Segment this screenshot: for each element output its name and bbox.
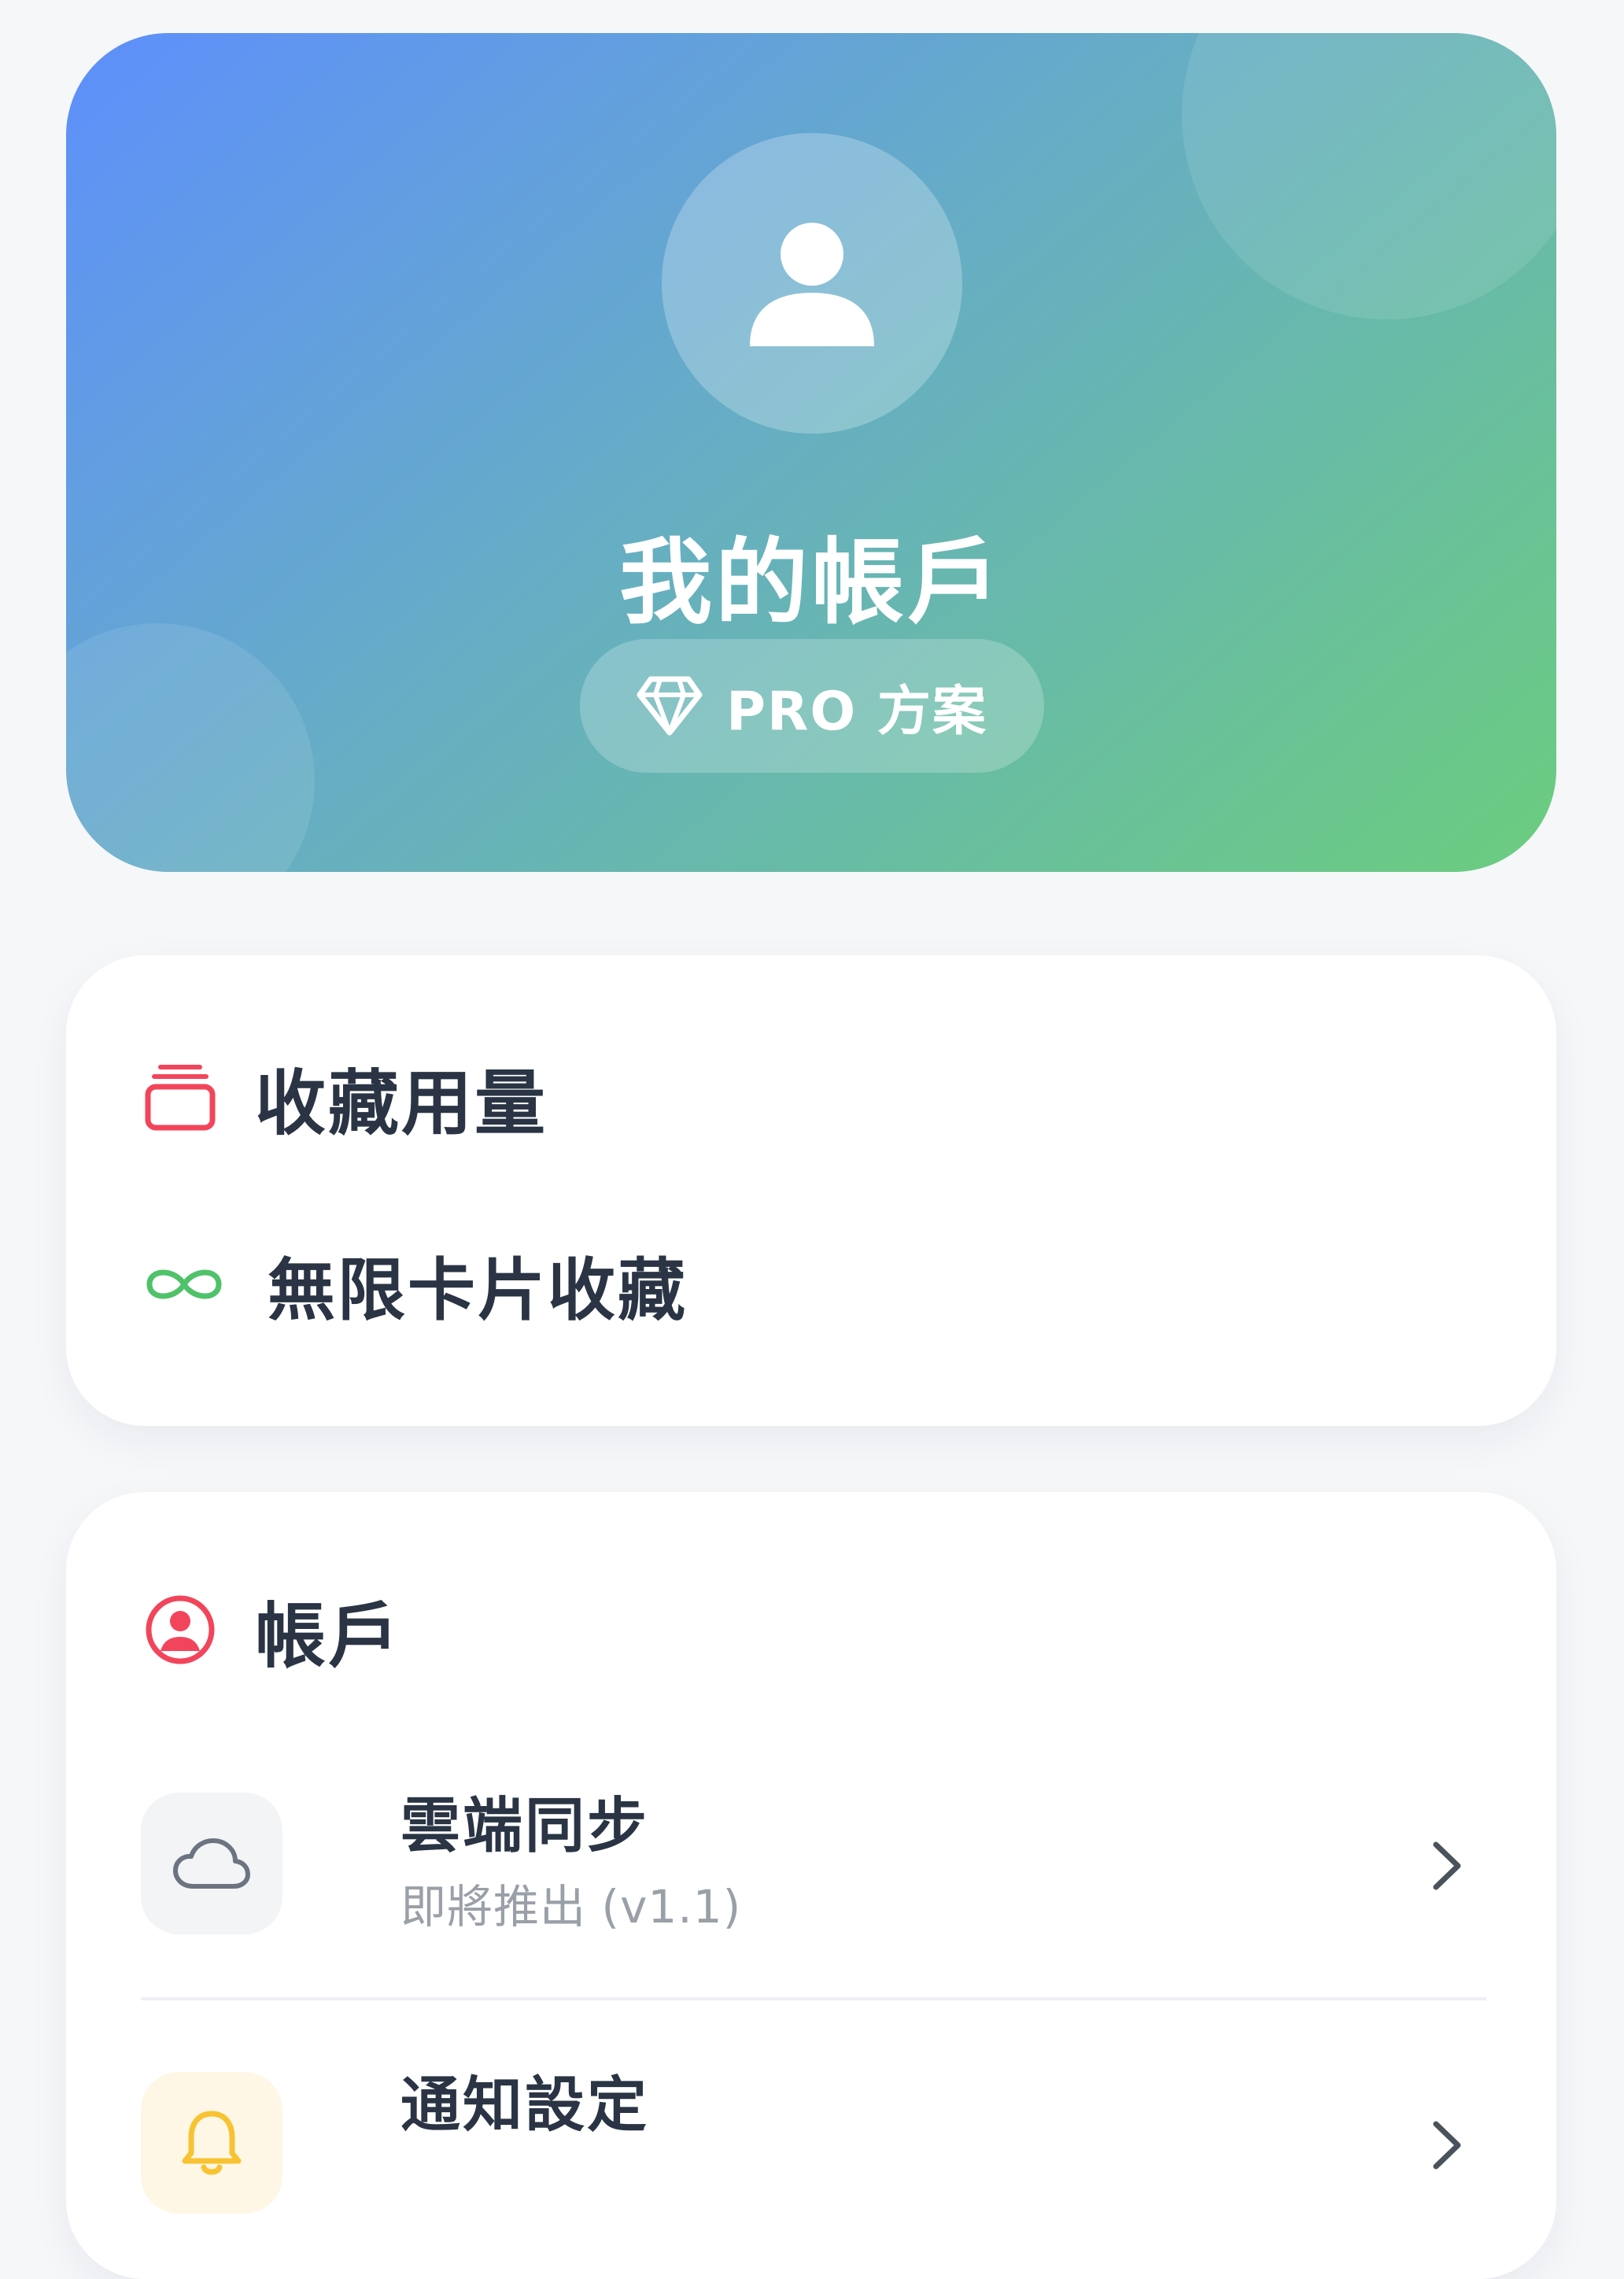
cloud-sync-title: 雲端同步 [400,1790,649,1860]
cloud-icon [173,1838,250,1889]
account-section-header: 帳戶 [145,1579,401,1681]
decorative-circle-top-right [1182,33,1556,320]
collection-usage-card: 收藏用量 無限卡片收藏 [66,955,1556,1426]
chevron-right-icon [1423,2114,1471,2177]
usage-section-header: 收藏用量 [145,1046,548,1148]
settings-item-notifications[interactable]: 通知設定 [141,2055,1486,2228]
account-card: 帳戶 雲端同步 即將推出 (v1.1) 通知設定 [66,1492,1556,2279]
pro-plan-label: PRO 方案 [726,680,987,743]
pro-plan-badge[interactable]: PRO 方案 [580,639,1044,773]
bell-icon [182,2111,242,2175]
cloud-sync-subtitle: 即將推出 (v1.1) [400,1880,742,1934]
divider [141,1997,1486,2000]
account-circle-icon [146,1595,215,1664]
usage-section-title: 收藏用量 [255,1062,548,1145]
notifications-title: 通知設定 [400,2070,649,2140]
infinity-icon [146,1269,222,1298]
unlimited-collection-row: 無限卡片收藏 [145,1235,688,1333]
cloud-icon-box [141,1793,282,1934]
profile-card: 我的帳戶 PRO 方案 [66,33,1556,872]
unlimited-collection-label: 無限卡片收藏 [268,1251,688,1330]
settings-item-cloud-sync[interactable]: 雲端同步 即將推出 (v1.1) [141,1775,1486,1948]
chevron-right-icon [1423,1834,1471,1897]
diamond-icon [637,676,703,736]
bell-icon-box [141,2072,282,2214]
cards-stack-icon [145,1065,216,1131]
decorative-circle-bottom-left [66,623,315,872]
account-section-title: 帳戶 [255,1595,401,1678]
avatar[interactable] [662,133,962,434]
page-title: 我的帳戶 [618,528,1003,637]
user-icon [750,223,874,346]
